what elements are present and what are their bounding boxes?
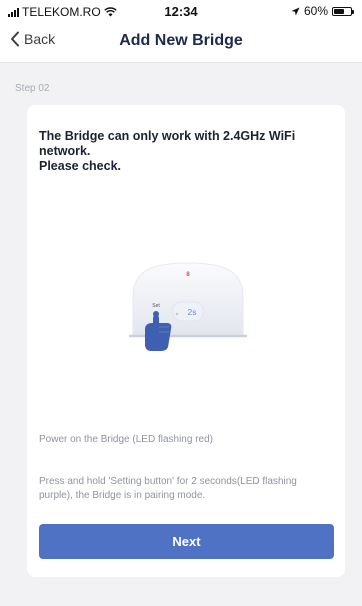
instruction-card: The Bridge can only work with 2.4GHz WiF…	[27, 105, 345, 577]
battery-fill	[334, 8, 344, 14]
instruction-press-hold: Press and hold 'Setting button' for 2 se…	[39, 476, 297, 501]
battery-icon	[332, 6, 354, 16]
card-heading: The Bridge can only work with 2.4GHz WiF…	[39, 129, 296, 173]
next-button[interactable]: Next	[39, 524, 334, 559]
set-label: Set	[152, 303, 160, 309]
timer-label: 2s	[188, 307, 197, 317]
page-title: Add New Bridge	[119, 32, 243, 49]
bridge-illustration: 8 Set 2s	[129, 262, 247, 351]
step-label: Step 02	[15, 83, 50, 94]
status-right: 60%	[291, 4, 354, 18]
location-arrow-icon	[291, 7, 300, 15]
status-bar: TELEKOM.RO 12:34 60%	[0, 0, 362, 22]
instruction-power-on: Power on the Bridge (LED flashing red)	[39, 434, 213, 445]
battery-percent: 60%	[303, 4, 328, 18]
nav-bar: Back Add New Bridge	[0, 22, 362, 63]
